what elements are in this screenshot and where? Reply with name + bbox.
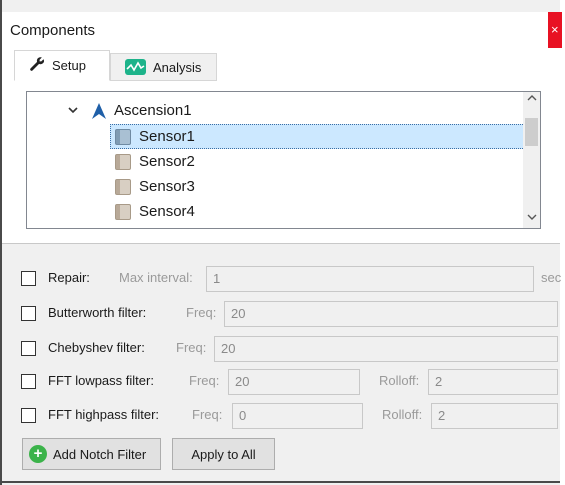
tree-root-label: Ascension1 xyxy=(114,102,192,119)
fft-highpass-freq-input[interactable]: 0 xyxy=(232,403,363,429)
fft-highpass-label: FFT highpass filter: xyxy=(48,407,160,422)
fft-highpass-checkbox[interactable] xyxy=(21,408,36,423)
sensor-tree[interactable]: Ascension1 Sensor1 Sensor2 Sensor3 Senso… xyxy=(26,91,541,229)
wrench-icon xyxy=(29,56,45,76)
butterworth-freq-label: Freq: xyxy=(186,305,217,320)
tab-setup-label: Setup xyxy=(52,58,86,73)
tab-analysis-label: Analysis xyxy=(153,59,202,75)
tree-scrollbar[interactable] xyxy=(523,92,540,228)
sensor-icon xyxy=(115,203,131,220)
fft-lowpass-rolloff-input[interactable]: 2 xyxy=(428,369,558,395)
add-notch-filter-button[interactable]: + Add Notch Filter xyxy=(22,438,161,470)
tree-item-label: Sensor3 xyxy=(139,178,195,195)
chevron-down-icon[interactable] xyxy=(67,104,79,119)
butterworth-row: Butterworth filter: Freq: 20 xyxy=(2,301,560,327)
repair-label: Repair: xyxy=(48,270,90,285)
window-title: Components xyxy=(10,22,96,39)
tree-item-sensor4[interactable]: Sensor4 xyxy=(115,199,195,224)
fft-lowpass-freq-input[interactable]: 20 xyxy=(228,369,360,395)
scroll-thumb[interactable] xyxy=(525,118,538,146)
title-bar: Components × xyxy=(2,12,562,48)
fft-lowpass-freq-label: Freq: xyxy=(189,373,220,388)
butterworth-freq-input[interactable]: 20 xyxy=(224,301,558,327)
tab-setup[interactable]: Setup xyxy=(14,50,110,81)
scroll-up-icon[interactable] xyxy=(523,92,540,109)
sensor-icon xyxy=(115,178,131,195)
sensor-icon xyxy=(115,153,131,170)
close-icon: × xyxy=(551,22,559,37)
tree-item-label: Sensor2 xyxy=(139,153,195,170)
scroll-down-icon[interactable] xyxy=(523,211,540,228)
window-bottom-border xyxy=(0,481,560,483)
fft-lowpass-checkbox[interactable] xyxy=(21,374,36,389)
ascension-arrow-icon xyxy=(91,102,107,124)
tree-item-sensor3[interactable]: Sensor3 xyxy=(115,174,195,199)
fft-lowpass-rolloff-label: Rolloff: xyxy=(379,373,420,388)
apply-to-all-label: Apply to All xyxy=(191,446,256,462)
tree-item-label: Sensor4 xyxy=(139,203,195,220)
fft-lowpass-row: FFT lowpass filter: Freq: 20 Rolloff: 2 xyxy=(2,369,560,395)
plus-circle-icon: + xyxy=(29,445,47,463)
fft-highpass-row: FFT highpass filter: Freq: 0 Rolloff: 2 xyxy=(2,403,560,429)
fft-highpass-rolloff-label: Rolloff: xyxy=(382,407,423,422)
tree-item-label: Sensor1 xyxy=(139,128,195,145)
chebyshev-label: Chebyshev filter: xyxy=(48,340,145,355)
chebyshev-freq-label: Freq: xyxy=(176,340,207,355)
tree-item-sensor2[interactable]: Sensor2 xyxy=(115,149,195,174)
window-left-border xyxy=(0,0,2,485)
setup-panel: Ascension1 Sensor1 Sensor2 Sensor3 Senso… xyxy=(2,83,560,243)
sensor-icon xyxy=(115,128,131,145)
tree-item-sensor1[interactable]: Sensor1 xyxy=(115,124,195,149)
fft-highpass-rolloff-input[interactable]: 2 xyxy=(431,403,558,429)
close-button[interactable]: × xyxy=(548,12,562,48)
components-window: Components × Setup Analysis Ascension1 S… xyxy=(0,0,562,485)
tab-strip: Setup Analysis xyxy=(2,48,560,83)
chebyshev-checkbox[interactable] xyxy=(21,341,36,356)
repair-row: Repair: Max interval: 1 sec xyxy=(2,266,562,292)
analysis-chart-icon xyxy=(125,59,146,75)
repair-checkbox[interactable] xyxy=(21,271,36,286)
butterworth-label: Butterworth filter: xyxy=(48,305,147,320)
tab-analysis[interactable]: Analysis xyxy=(110,53,217,81)
chebyshev-freq-input[interactable]: 20 xyxy=(214,336,558,362)
butterworth-checkbox[interactable] xyxy=(21,306,36,321)
sec-unit-label: sec xyxy=(541,270,562,285)
max-interval-input[interactable]: 1 xyxy=(206,266,534,292)
chebyshev-row: Chebyshev filter: Freq: 20 xyxy=(2,336,560,362)
max-interval-label: Max interval: xyxy=(119,270,193,285)
add-notch-filter-label: Add Notch Filter xyxy=(53,446,147,462)
fft-lowpass-label: FFT lowpass filter: xyxy=(48,373,154,388)
fft-highpass-freq-label: Freq: xyxy=(192,407,223,422)
apply-to-all-button[interactable]: Apply to All xyxy=(172,438,275,470)
